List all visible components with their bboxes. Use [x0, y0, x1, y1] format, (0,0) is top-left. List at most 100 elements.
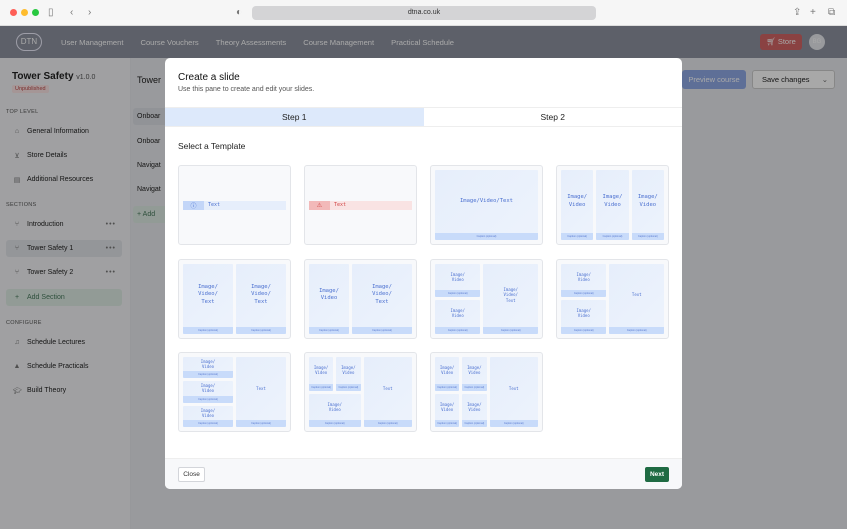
more-icon[interactable]: •••: [106, 245, 116, 252]
template-panel: Image/ Video Caption (optional): [561, 300, 607, 334]
template-card[interactable]: Image/ Video/ Text Caption (optional) Imag…: [178, 258, 291, 339]
nav-course-management[interactable]: Course Management: [303, 38, 374, 47]
graduation-cap-icon: 🎓︎: [13, 387, 22, 395]
template-panel: Image/ Video Caption (optional): [435, 263, 481, 297]
template-grid: ⓘ Text ⚠ Text Image/Video/Text Caption (optio…: [178, 165, 669, 432]
branch-icon: ⑂: [14, 269, 20, 276]
close-button[interactable]: Close: [178, 467, 205, 482]
template-card[interactable]: Image/Video/Text Caption (optional): [430, 165, 543, 245]
home-icon: ⌂: [14, 128, 20, 135]
template-card[interactable]: Image/ Video Caption (optional) Image/ Vid…: [556, 258, 669, 339]
caption-bar: Caption (optional): [352, 326, 412, 334]
caption-bar: Caption (optional): [363, 420, 412, 427]
template-card[interactable]: Image/ Video Caption (optional) Image/ Vid…: [304, 352, 417, 432]
nav-course-vouchers[interactable]: Course Vouchers: [140, 38, 198, 47]
tab-step-1[interactable]: Step 1: [165, 108, 424, 126]
select-template-label: Select a Template: [178, 141, 246, 151]
caption-bar: Caption (optional): [561, 233, 594, 240]
next-button[interactable]: Next: [645, 467, 669, 482]
preview-course-button[interactable]: Preview course: [682, 70, 746, 89]
modal-footer: Close Next: [165, 458, 682, 489]
caption-bar: Caption (optional): [489, 420, 538, 427]
sidebar-item-general-information[interactable]: ⌂ General Information: [6, 123, 122, 140]
modal-title: Create a slide: [178, 72, 240, 83]
store-label: Store: [777, 37, 796, 46]
branch-icon: ⑂: [14, 221, 20, 228]
save-changes-button[interactable]: Save changes ⌄: [752, 70, 835, 89]
bell-icon: ♫: [14, 339, 20, 346]
panel-label: Image/ Video/ Text: [198, 284, 218, 305]
panel-label: Image/ Video: [319, 287, 339, 301]
document-icon: ▤: [13, 176, 21, 184]
caption-bar: Caption (optional): [435, 383, 460, 391]
template-panel: Image/ Video Caption (optional): [183, 357, 233, 379]
caption-bar: Caption (optional): [336, 383, 361, 391]
sidebar-item-tower-safety-1[interactable]: ⑂ Tower Safety 1 •••: [6, 240, 122, 257]
panel-label: Image/ Video: [341, 365, 356, 376]
template-panel: Image/ Video Caption (optional): [462, 393, 487, 427]
caption-bar: Caption (optional): [435, 420, 460, 427]
caption-bar: Caption (optional): [435, 290, 481, 297]
caption-bar: Caption (optional): [631, 233, 664, 240]
template-panel: Image/ Video/ Text Caption (optional): [236, 263, 286, 334]
template-panel: Image/ Video Caption (optional): [596, 170, 629, 240]
more-icon[interactable]: •••: [106, 221, 116, 228]
sidebar-item-store-details[interactable]: ⊻ Store Details: [6, 147, 122, 164]
template-card[interactable]: Image/ Video Caption (optional) Image/ Vid…: [556, 165, 669, 245]
nav-user-management[interactable]: User Management: [61, 38, 123, 47]
warning-banner: ⚠ Text: [309, 201, 412, 210]
caption-bar: Caption (optional): [309, 383, 334, 391]
more-icon[interactable]: •••: [106, 269, 116, 276]
caption-bar: Caption (optional): [483, 326, 538, 334]
caption-bar: Caption (optional): [309, 420, 361, 427]
caption-bar: Caption (optional): [561, 326, 607, 334]
sidebar-item-schedule-practicals[interactable]: ▲ Schedule Practicals: [6, 358, 122, 375]
template-panel: Image/ Video Caption (optional): [561, 263, 607, 297]
panel-label: Image/ Video: [439, 401, 455, 412]
nav-practical-schedule[interactable]: Practical Schedule: [391, 38, 454, 47]
status-badge: Unpublished: [12, 85, 49, 93]
template-panel: Image/Video/Text Caption (optional): [435, 170, 538, 240]
modal-subtitle: Use this pane to create and edit your sl…: [178, 86, 315, 93]
sidebar-item-additional-resources[interactable]: ▤ Additional Resources: [6, 171, 122, 188]
template-panel: Image/ Video/ Text Caption (optional): [352, 263, 412, 334]
cart-icon: 🛒︎: [766, 37, 778, 46]
template-card[interactable]: ⚠ Text: [304, 165, 417, 245]
panel-label: Image/Video/Text: [460, 197, 513, 204]
tab-step-2[interactable]: Step 2: [424, 108, 683, 126]
sidebar-item-tower-safety-2[interactable]: ⑂ Tower Safety 2 •••: [6, 264, 122, 281]
banner-text: Text: [204, 201, 286, 210]
nav-theory-assessments[interactable]: Theory Assessments: [216, 38, 286, 47]
panel-label: Image/ Video: [200, 358, 216, 370]
panel-label: Image/ Video: [567, 194, 588, 208]
template-panel: Image/ Video Caption (optional): [183, 381, 233, 403]
caption-bar: Caption (optional): [596, 233, 629, 240]
sidebar-item-introduction[interactable]: ⑂ Introduction •••: [6, 216, 122, 233]
template-card[interactable]: Image/ Video Caption (optional) Image/ Vid…: [304, 258, 417, 339]
banner-text: Text: [330, 201, 412, 210]
panel-label: Text: [631, 292, 642, 298]
add-section-button[interactable]: + Add Section: [6, 289, 122, 306]
chevron-down-icon[interactable]: ⌄: [822, 71, 828, 88]
panel-label: Text: [382, 385, 393, 391]
section-heading: CONFIGURE: [6, 320, 42, 326]
panel-label: Image/ Video/ Text: [372, 284, 392, 305]
panel-label: Image/ Video: [327, 401, 342, 412]
caption-bar: Caption (optional): [183, 420, 233, 427]
template-card[interactable]: Image/ Video Caption (optional) Image/ Vid…: [178, 352, 291, 432]
panel-label: Image/ Video: [450, 308, 465, 319]
template-panel: Text Caption (optional): [489, 357, 538, 427]
avatar[interactable]: BG: [809, 34, 825, 50]
template-card[interactable]: Image/ Video Caption (optional) Image/ Vid…: [430, 258, 543, 339]
template-panel: Image/ Video Caption (optional): [309, 357, 334, 391]
template-panel: Text Caption (optional): [236, 357, 286, 427]
template-card[interactable]: Image/ Video Caption (optional) Image/ Vid…: [430, 352, 543, 432]
sidebar-item-schedule-lectures[interactable]: ♫ Schedule Lectures: [6, 334, 122, 351]
cart-icon: ⊻: [14, 152, 20, 160]
template-card[interactable]: ⓘ Text: [178, 165, 291, 245]
template-panel: Image/ Video/ Text Caption (optional): [483, 263, 538, 334]
store-button[interactable]: 🛒︎ Store: [760, 34, 802, 50]
sidebar-item-build-theory[interactable]: 🎓︎ Build Theory: [6, 382, 122, 399]
logo[interactable]: DTN: [16, 33, 42, 51]
template-panel: Image/ Video Caption (optional): [435, 357, 460, 391]
